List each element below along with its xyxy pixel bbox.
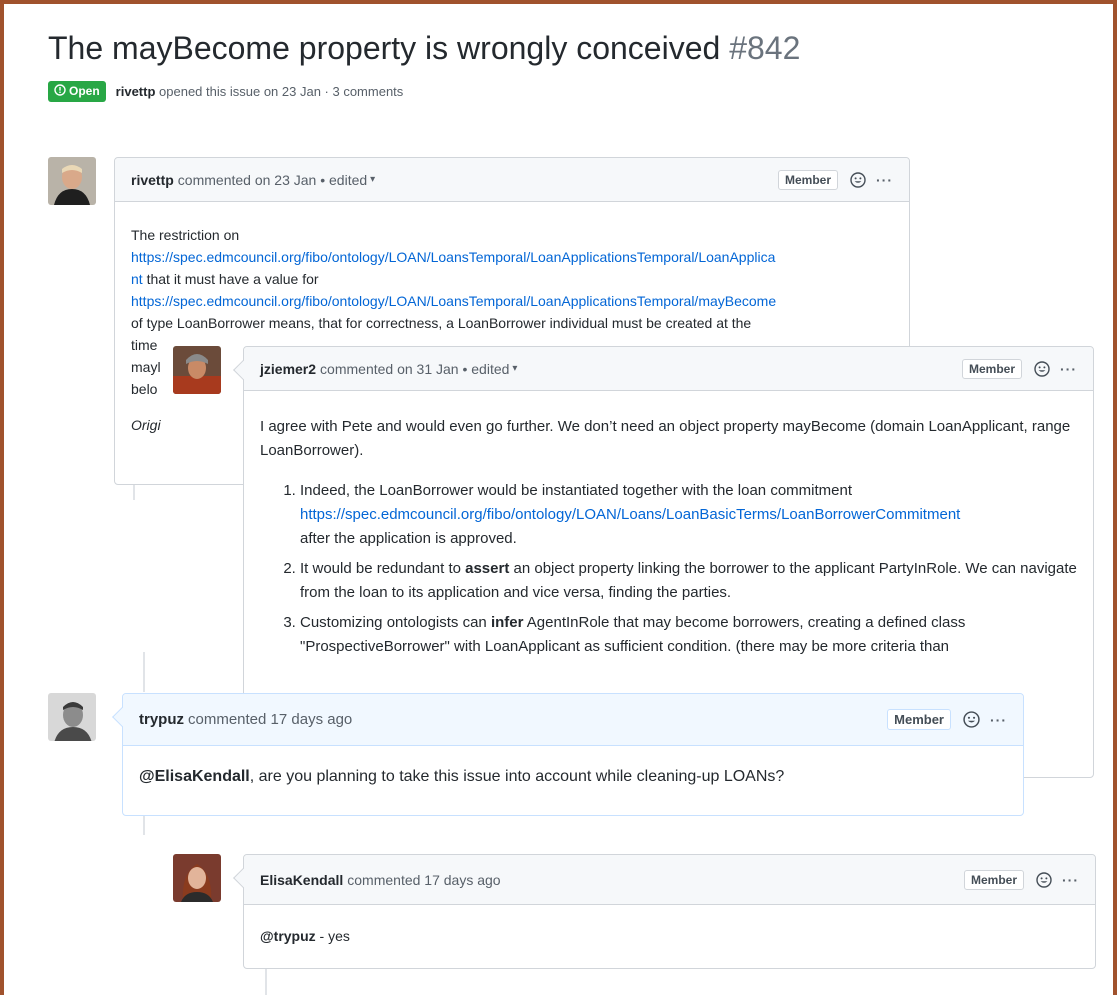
status-badge: Open <box>48 80 106 102</box>
member-badge: Member <box>963 869 1024 890</box>
issue-number: #842 <box>729 30 801 66</box>
comment-body: @trypuz - yes <box>244 905 1095 963</box>
chevron-down-icon[interactable]: ▾ <box>512 363 517 374</box>
reasons-list: Indeed, the LoanBorrower would be instan… <box>260 479 1077 659</box>
comment-author[interactable]: rivettp <box>131 172 174 188</box>
issue-meta: Open rivettp opened this issue on 23 Jan… <box>48 80 403 102</box>
body-text: that it must have a value for <box>142 271 319 287</box>
smiley-icon[interactable] <box>1034 360 1050 377</box>
timeline-line <box>143 652 145 692</box>
issue-meta-text: opened this issue on 23 Jan · 3 comments <box>159 83 404 99</box>
avatar[interactable] <box>48 157 96 205</box>
kebab-icon[interactable]: ··· <box>1060 361 1077 377</box>
status-label: Open <box>69 84 100 98</box>
kebab-icon[interactable]: ··· <box>876 172 893 188</box>
emphasis: infer <box>490 614 524 631</box>
comment-author[interactable]: ElisaKendall <box>260 872 343 888</box>
member-badge: Member <box>777 169 838 190</box>
chevron-down-icon[interactable]: ▾ <box>370 174 375 185</box>
list-item: Customizing ontologists can infer AgentI… <box>300 611 1077 659</box>
issue-title: The mayBecome property is wrongly concei… <box>48 30 800 67</box>
timeline-line <box>265 967 267 995</box>
mention-link[interactable]: @ElisaKendall <box>139 768 250 785</box>
list-item-text: It would be redundant to <box>300 560 466 577</box>
member-badge: Member <box>961 358 1022 379</box>
kebab-icon[interactable]: ··· <box>990 712 1007 728</box>
body-line: The restriction on <box>131 227 240 243</box>
comment-header: trypuz commented 17 days ago Member ··· <box>123 694 1023 746</box>
comment-header: ElisaKendall commented 17 days ago Membe… <box>244 855 1095 905</box>
smiley-icon[interactable] <box>850 171 866 188</box>
comment-header: jziemer2 commented on 31 Jan • edited ▾ … <box>244 347 1093 391</box>
list-item: It would be redundant to assert an objec… <box>300 557 1077 605</box>
borrower-commitment-link[interactable]: https://spec.edmcouncil.org/fibo/ontolog… <box>300 506 960 523</box>
list-item-text: after the application is approved. <box>300 530 517 547</box>
smiley-icon[interactable] <box>1036 871 1052 888</box>
member-badge: Member <box>887 709 951 730</box>
maybecome-link[interactable]: https://spec.edmcouncil.org/fibo/ontolog… <box>131 293 776 309</box>
body-line: of type LoanBorrower means, that for cor… <box>131 315 752 331</box>
list-item-text: Indeed, the LoanBorrower would be instan… <box>300 482 852 499</box>
comment-header: rivettp commented on 23 Jan • edited ▾ M… <box>115 158 909 202</box>
comment-timestamp[interactable]: commented 17 days ago <box>188 711 352 728</box>
list-item: Indeed, the LoanBorrower would be instan… <box>300 479 1077 551</box>
comment-author[interactable]: jziemer2 <box>260 361 316 377</box>
issue-opened-icon <box>54 83 66 99</box>
comment-body: @ElisaKendall, are you planning to take … <box>123 746 1023 804</box>
issue-title-text: The mayBecome property is wrongly concei… <box>48 30 721 66</box>
smiley-icon[interactable] <box>963 711 980 728</box>
list-item-text: Customizing ontologists can <box>300 614 491 631</box>
kebab-icon[interactable]: ··· <box>1062 872 1079 888</box>
emphasis: assert <box>465 560 510 577</box>
issue-author-link[interactable]: rivettp <box>116 84 156 99</box>
comment-card: trypuz commented 17 days ago Member ··· … <box>112 693 1024 816</box>
comment-timestamp[interactable]: commented 17 days ago <box>347 872 500 888</box>
timeline-line <box>143 815 145 835</box>
mention-link[interactable]: @trypuz <box>260 928 316 944</box>
avatar[interactable] <box>173 854 221 902</box>
comment-timestamp[interactable]: commented on 23 Jan • edited <box>178 172 367 188</box>
comment-author[interactable]: trypuz <box>139 711 184 728</box>
body-text: - yes <box>315 928 350 944</box>
restriction-link[interactable]: https://spec.edmcouncil.org/fibo/ontolog… <box>131 249 775 265</box>
body-paragraph: I agree with Pete and would even go furt… <box>260 418 1071 459</box>
comment-card: ElisaKendall commented 17 days ago Membe… <box>233 854 1096 969</box>
comment-timestamp[interactable]: commented on 31 Jan • edited <box>320 361 509 377</box>
comment-body: I agree with Pete and would even go furt… <box>244 391 1093 681</box>
restriction-link-cont[interactable]: nt <box>131 271 143 287</box>
body-text: , are you planning to take this issue in… <box>249 768 785 785</box>
avatar[interactable] <box>173 346 221 394</box>
avatar[interactable] <box>48 693 96 741</box>
